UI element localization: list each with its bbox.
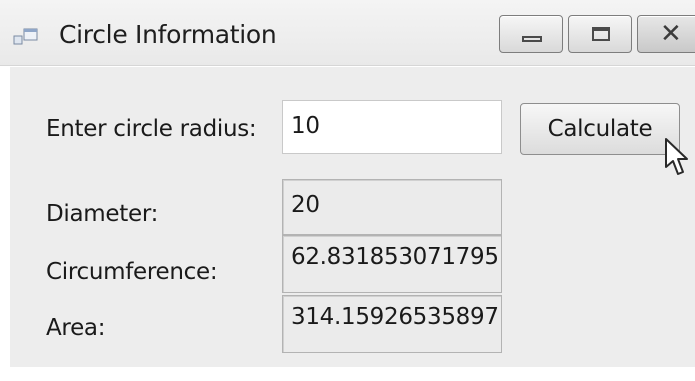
diameter-output: 20: [282, 179, 502, 235]
circumference-label: Circumference:: [46, 259, 218, 285]
area-output: 314.15926535897: [282, 295, 502, 353]
title-bar[interactable]: Circle Information ✕: [0, 0, 695, 66]
radius-input[interactable]: 10: [282, 100, 502, 154]
circumference-output: 62.831853071795: [282, 235, 502, 293]
minimize-icon: [522, 36, 542, 42]
mouse-pointer-icon: [665, 138, 688, 175]
window-app-icon: [13, 28, 38, 45]
radius-label: Enter circle radius:: [46, 116, 257, 142]
maximize-button[interactable]: [568, 15, 632, 53]
calculate-button[interactable]: Calculate: [520, 103, 680, 155]
area-label: Area:: [46, 315, 106, 341]
maximize-icon: [592, 27, 610, 41]
window-bottom-edge: [0, 367, 695, 381]
diameter-label: Diameter:: [46, 201, 159, 227]
window-title: Circle Information: [59, 20, 277, 49]
circle-information-window: Circle Information ✕ Enter circle radius…: [0, 0, 695, 381]
close-button[interactable]: ✕: [637, 15, 695, 53]
close-icon: ✕: [660, 19, 682, 49]
minimize-button[interactable]: [499, 15, 563, 53]
